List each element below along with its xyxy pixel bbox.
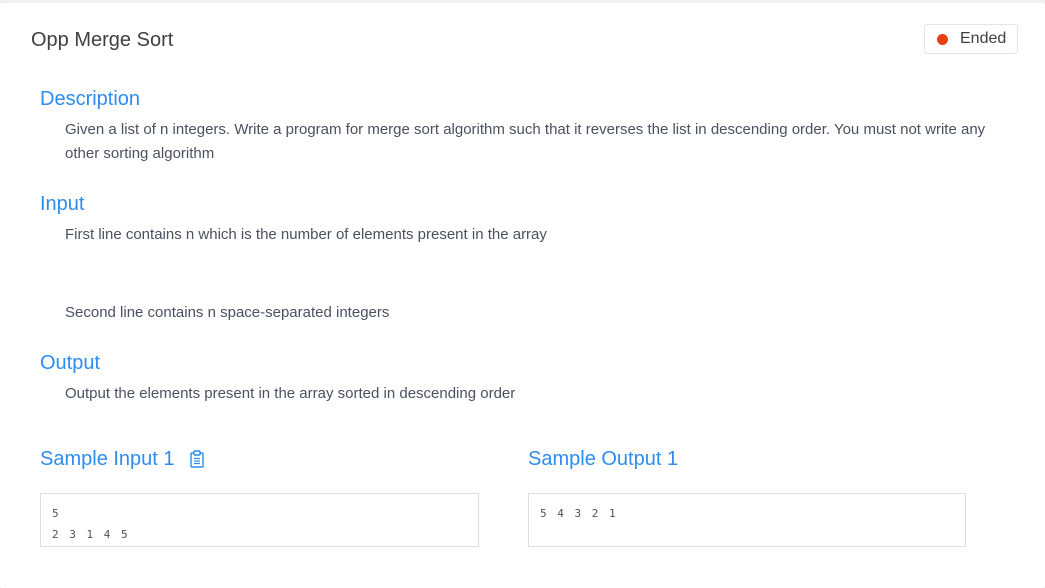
description-title: Description xyxy=(40,88,141,110)
description-text: Given a list of n integers. Write a prog… xyxy=(65,121,986,162)
status-dot-icon xyxy=(937,33,948,45)
problem-card: Opp Merge Sort Ended Description Given a… xyxy=(0,3,1045,588)
input-title: Input xyxy=(40,193,85,215)
sample-input-box[interactable]: 5 2 3 1 4 5 xyxy=(40,493,479,547)
sample-output-box[interactable]: 5 4 3 2 1 xyxy=(528,493,966,547)
sample-output-title: Sample Output 1 xyxy=(528,448,679,470)
status-label: Ended xyxy=(960,30,1007,47)
sample-input-header: Sample Input 1 xyxy=(40,447,205,471)
problem-title: Opp Merge Sort xyxy=(31,29,174,51)
input-text-line2: Second line contains n space-separated i… xyxy=(65,304,390,321)
sample-output-header: Sample Output 1 xyxy=(528,447,678,471)
sample-input-title: Sample Input 1 xyxy=(40,448,175,470)
status-badge: Ended xyxy=(924,24,1018,54)
output-text: Output the elements present in the array… xyxy=(65,385,516,402)
input-text-line1: First line contains n which is the numbe… xyxy=(65,226,547,243)
output-title: Output xyxy=(40,352,101,374)
clipboard-icon[interactable] xyxy=(189,450,205,468)
